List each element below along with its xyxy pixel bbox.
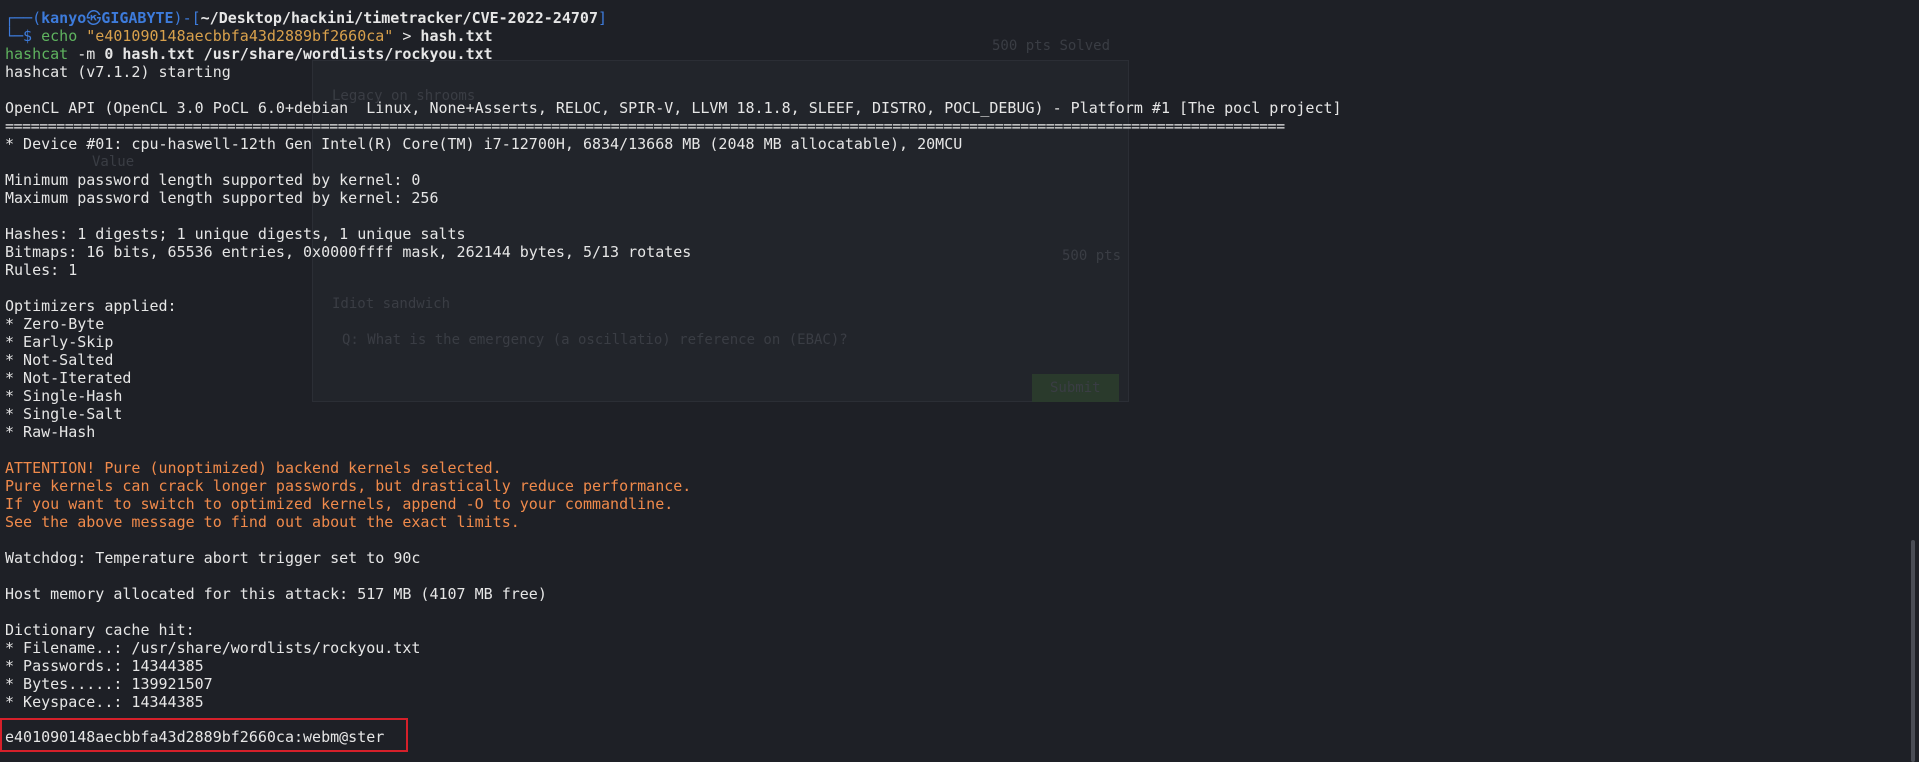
min-password-length: Minimum password length supported by ker… bbox=[5, 171, 421, 189]
dictionary-item: * Keyspace..: 14344385 bbox=[5, 693, 204, 711]
dictionary-item: * Filename..: /usr/share/wordlists/rocky… bbox=[5, 639, 421, 657]
echo-command-line: └─$ echo "e401090148aecbbfa43d2889bf2660… bbox=[5, 27, 493, 45]
optimizer-item: * Early-Skip bbox=[5, 333, 114, 351]
watchdog-info: Watchdog: Temperature abort trigger set … bbox=[5, 549, 421, 567]
max-password-length: Maximum password length supported by ker… bbox=[5, 189, 439, 207]
prompt-line: ┌──(kanyo㉿GIGABYTE)-[~/Desktop/hackini/t… bbox=[5, 9, 608, 27]
terminal-output[interactable]: ┌──(kanyo㉿GIGABYTE)-[~/Desktop/hackini/t… bbox=[5, 9, 1905, 711]
optimizer-item: * Not-Salted bbox=[5, 351, 114, 369]
prompt-user: kanyo bbox=[41, 9, 87, 27]
dictionary-item: * Bytes.....: 139921507 bbox=[5, 675, 213, 693]
hashcat-command-line: hashcat -m 0 hash.txt /usr/share/wordlis… bbox=[5, 45, 493, 63]
opencl-platform: OpenCL API (OpenCL 3.0 PoCL 6.0+debian L… bbox=[5, 99, 1342, 117]
host-memory-info: Host memory allocated for this attack: 5… bbox=[5, 585, 547, 603]
terminal-scrollbar[interactable] bbox=[1911, 540, 1915, 762]
device-info: * Device #01: cpu-haswell-12th Gen Intel… bbox=[5, 135, 963, 153]
optimizer-item: * Single-Hash bbox=[5, 387, 123, 405]
hashcat-starting: hashcat (v7.1.2) starting bbox=[5, 63, 231, 81]
optimizer-item: * Zero-Byte bbox=[5, 315, 105, 333]
optimizer-item: * Single-Salt bbox=[5, 405, 123, 423]
separator-line: ========================================… bbox=[5, 117, 1285, 135]
cracked-hash-result: e401090148aecbbfa43d2889bf2660ca:webm@st… bbox=[5, 728, 385, 746]
warning-line: ATTENTION! Pure (unoptimized) backend ke… bbox=[5, 459, 502, 477]
warning-line: See the above message to find out about … bbox=[5, 513, 520, 531]
warning-line: If you want to switch to optimized kerne… bbox=[5, 495, 674, 513]
optimizers-title: Optimizers applied: bbox=[5, 297, 177, 315]
rules-info: Rules: 1 bbox=[5, 261, 78, 279]
dictionary-item: * Passwords.: 14344385 bbox=[5, 657, 204, 675]
bitmaps-info: Bitmaps: 16 bits, 65536 entries, 0x0000f… bbox=[5, 243, 692, 261]
optimizer-item: * Not-Iterated bbox=[5, 369, 132, 387]
hashes-info: Hashes: 1 digests; 1 unique digests, 1 u… bbox=[5, 225, 466, 243]
prompt-path: ~/Desktop/hackini/timetracker/CVE-2022-2… bbox=[200, 9, 598, 27]
optimizer-item: * Raw-Hash bbox=[5, 423, 96, 441]
prompt-host: GIGABYTE bbox=[101, 9, 174, 27]
dictionary-title: Dictionary cache hit: bbox=[5, 621, 195, 639]
warning-line: Pure kernels can crack longer passwords,… bbox=[5, 477, 692, 495]
